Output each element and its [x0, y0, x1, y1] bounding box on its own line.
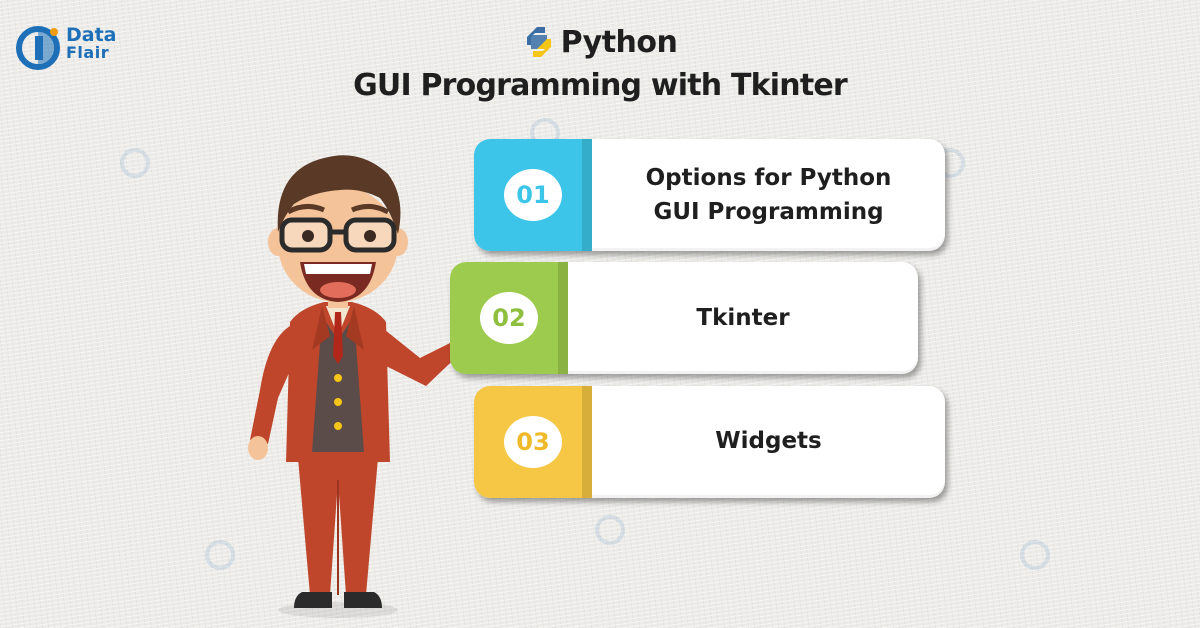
- watermark: [595, 515, 625, 545]
- watermark: [1020, 540, 1050, 570]
- item-label: Tkinter: [696, 304, 790, 331]
- list-item: 03 Widgets: [474, 386, 945, 498]
- list-item: 01 Options for Python GUI Programming: [474, 139, 945, 251]
- page-subtitle: GUI Programming with Tkinter: [353, 68, 848, 103]
- watermark: [120, 148, 150, 178]
- item-number: 02: [480, 292, 538, 344]
- page-title: Python: [560, 24, 678, 60]
- item-number: 01: [504, 169, 562, 221]
- item-number: 03: [504, 416, 562, 468]
- item-label: Options for Python GUI Programming: [645, 164, 892, 226]
- python-logo-icon: [526, 27, 551, 57]
- item-label: Widgets: [715, 428, 822, 454]
- page-title-block: Python GUI Programming with Tkinter: [0, 22, 1200, 104]
- list-item: 02 Tkinter: [450, 262, 918, 374]
